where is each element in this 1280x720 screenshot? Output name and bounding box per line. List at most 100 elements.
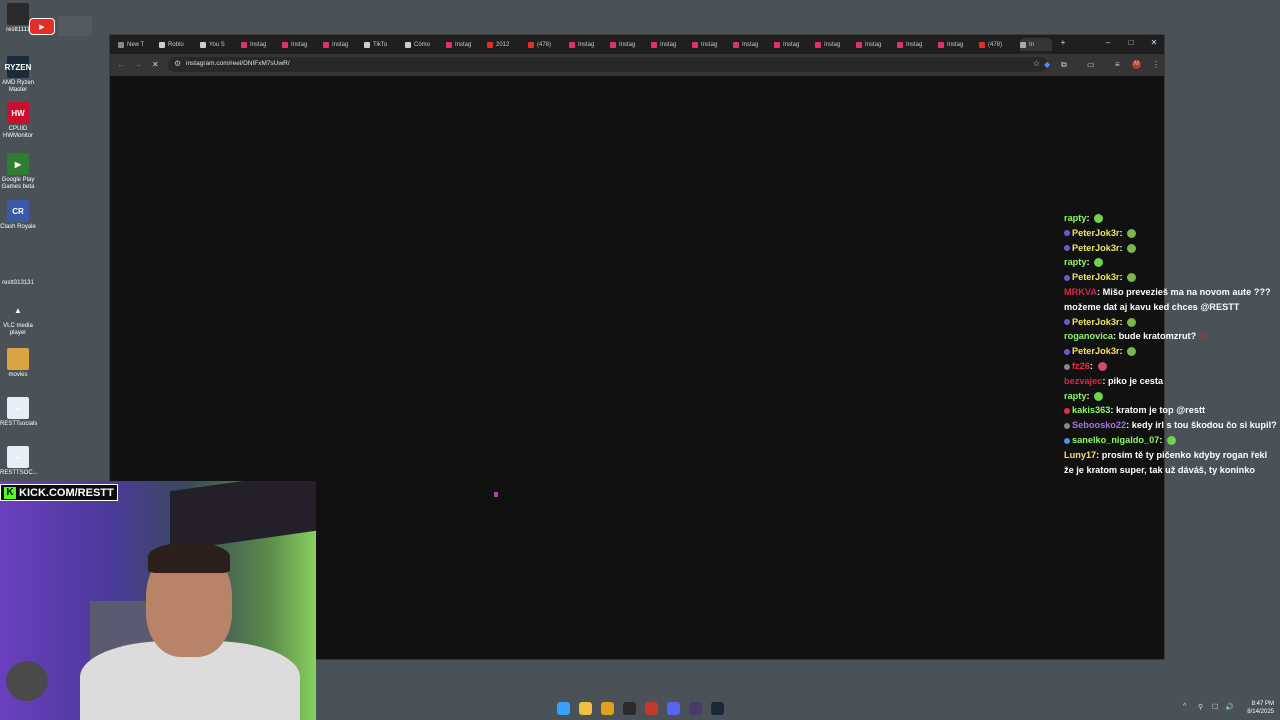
tray-mic-icon[interactable]: ⚲	[1198, 703, 1203, 711]
chat-username[interactable]: PeterJok3r	[1072, 317, 1120, 327]
minimize-button[interactable]: –	[1102, 38, 1114, 47]
tray-overflow-icon[interactable]: ^	[1183, 703, 1186, 710]
desktop-icon[interactable]: movies	[0, 348, 36, 379]
desktop-icon-image	[7, 3, 29, 25]
chat-username[interactable]: sanelko_nigaldo_07	[1072, 435, 1159, 445]
taskbar-app-terminal-icon[interactable]	[623, 702, 636, 715]
site-info-icon[interactable]: ⚙	[174, 59, 181, 68]
chat-username[interactable]: PeterJok3r	[1072, 228, 1120, 238]
taskbar-app-discord-icon[interactable]	[667, 702, 680, 715]
browser-tab[interactable]: Instag	[856, 38, 892, 51]
tab-strip: New T Roblo You S Instag Instag Instag TikTo Có…	[110, 35, 1164, 54]
chat-username[interactable]: rapty	[1064, 257, 1086, 267]
tab-label: Instag	[455, 41, 472, 48]
chat-username[interactable]: Seboosko22	[1072, 420, 1126, 430]
browser-tab[interactable]: You S	[200, 38, 236, 51]
chat-username[interactable]: roganovica	[1064, 331, 1113, 341]
browser-tab[interactable]: Instag	[692, 38, 728, 51]
kick-banner-text: KICK.COM/RESTT	[19, 486, 114, 499]
bookmark-star-icon[interactable]: ☆	[1033, 59, 1040, 68]
tab-favicon-icon	[774, 41, 780, 48]
tab-favicon-icon	[651, 41, 657, 48]
ceiling-shape	[170, 481, 316, 552]
browser-tab[interactable]: In	[1020, 38, 1052, 51]
chat-username[interactable]: PeterJok3r	[1072, 272, 1120, 282]
clock-date: 8/14/2025	[1247, 709, 1274, 715]
tab-label: (478)	[988, 41, 1003, 48]
tab-favicon-icon	[405, 41, 411, 48]
tray-volume-icon[interactable]: 🔊	[1225, 703, 1234, 711]
tab-favicon-icon	[159, 41, 165, 48]
chat-username[interactable]: rapty	[1064, 391, 1086, 401]
chat-message: PeterJok3r:	[1064, 315, 1278, 330]
profile-avatar[interactable]: M	[1132, 60, 1141, 69]
forward-icon[interactable]: →	[134, 60, 142, 69]
taskbar-app-app-red-icon[interactable]	[645, 702, 658, 715]
chat-badge-icon	[1064, 230, 1070, 237]
taskbar-clock[interactable]: 8:47 PM 8/14/2025	[1240, 700, 1274, 716]
browser-tab[interactable]: Roblo	[159, 38, 195, 51]
tab-label: New T	[127, 41, 145, 48]
browser-tab[interactable]: Instag	[774, 38, 810, 51]
extensions-puzzle-icon[interactable]: ⧉	[1061, 60, 1067, 70]
taskbar-app-file-explorer-icon[interactable]	[579, 702, 592, 715]
taskbar-app-steam-icon[interactable]	[711, 702, 724, 715]
taskbar-app-chrome-icon[interactable]	[601, 702, 614, 715]
browser-tab[interactable]: Instag	[733, 38, 769, 51]
browser-tab[interactable]: Instag	[897, 38, 933, 51]
browser-tab[interactable]: Instag	[651, 38, 687, 51]
address-bar[interactable]: ⚙ instagram.com/reel/DNIFxM7sUwR/ ☆	[168, 57, 1048, 72]
taskbar-app-obs-icon[interactable]	[689, 702, 702, 715]
desktop-icon[interactable]: RYZEN AMD Ryzen Master	[0, 56, 36, 94]
media-icon[interactable]: ≡	[1115, 60, 1120, 69]
chat-badge-icon	[1064, 407, 1070, 414]
chat-emote-icon	[1094, 391, 1104, 401]
desktop-icon[interactable]: restt313131	[0, 256, 36, 287]
browser-tab[interactable]: TikTo	[364, 38, 400, 51]
chat-username[interactable]: kakis363	[1072, 405, 1110, 415]
chat-message: bezvajec: piko je cesta	[1064, 374, 1278, 389]
chat-username[interactable]: fz26	[1072, 361, 1090, 371]
browser-tab[interactable]: 2012	[487, 38, 523, 51]
desktop-icon[interactable]: ≡ RESTTSOC...	[0, 446, 38, 477]
chat-username[interactable]: rapty	[1064, 213, 1086, 223]
chat-username[interactable]: Luny17	[1064, 450, 1096, 460]
desktop-icon-image	[7, 256, 29, 278]
maximize-button[interactable]: □	[1125, 38, 1137, 47]
close-window-button[interactable]: ✕	[1148, 38, 1160, 47]
chat-badge-icon	[1064, 319, 1070, 326]
desktop-icon[interactable]: ▶ Google Play Games beta	[0, 153, 36, 191]
browser-tab[interactable]: Instag	[323, 38, 359, 51]
browser-tab[interactable]: Instag	[610, 38, 646, 51]
browser-tab[interactable]: New T	[118, 38, 154, 51]
browser-tab[interactable]: Instag	[815, 38, 851, 51]
desktop-icon[interactable]: ≡ RESTTsocials	[0, 397, 37, 428]
tab-favicon-icon	[856, 41, 862, 48]
back-icon[interactable]: ←	[117, 60, 125, 69]
tray-network-icon[interactable]: ☐	[1212, 703, 1218, 711]
taskbar-app-start-icon[interactable]	[557, 702, 570, 715]
extension-icon[interactable]: ◆	[1044, 60, 1050, 69]
tab-label: Instag	[332, 41, 349, 48]
browser-tab[interactable]: Instag	[282, 38, 318, 51]
chat-username[interactable]: bezvajec	[1064, 376, 1102, 386]
browser-tab[interactable]: (478)	[979, 38, 1015, 51]
browser-tab[interactable]: Instag	[446, 38, 482, 51]
browser-tab[interactable]: (478)	[528, 38, 564, 51]
chat-username[interactable]: PeterJok3r	[1072, 243, 1120, 253]
browser-tab[interactable]: Instag	[241, 38, 277, 51]
desktop-icon[interactable]: ▲ VLC media player	[0, 299, 36, 337]
chat-username[interactable]: MRKVA	[1064, 287, 1097, 297]
chat-emote-icon	[1127, 228, 1137, 238]
menu-kebab-icon[interactable]: ⋮	[1152, 60, 1160, 69]
desktop-icon[interactable]: restt1111	[0, 3, 36, 34]
desktop-icon[interactable]: CR Clash Royale	[0, 200, 36, 231]
sidepanel-icon[interactable]: ▭	[1087, 60, 1095, 69]
desktop-icon[interactable]: HW CPUID HWMonitor	[0, 102, 36, 140]
browser-tab[interactable]: Cómo	[405, 38, 441, 51]
browser-tab[interactable]: Instag	[569, 38, 605, 51]
stop-loading-icon[interactable]: ✕	[152, 60, 159, 69]
new-tab-button[interactable]: +	[1057, 38, 1069, 47]
browser-tab[interactable]: Instag	[938, 38, 974, 51]
chat-username[interactable]: PeterJok3r	[1072, 346, 1120, 356]
